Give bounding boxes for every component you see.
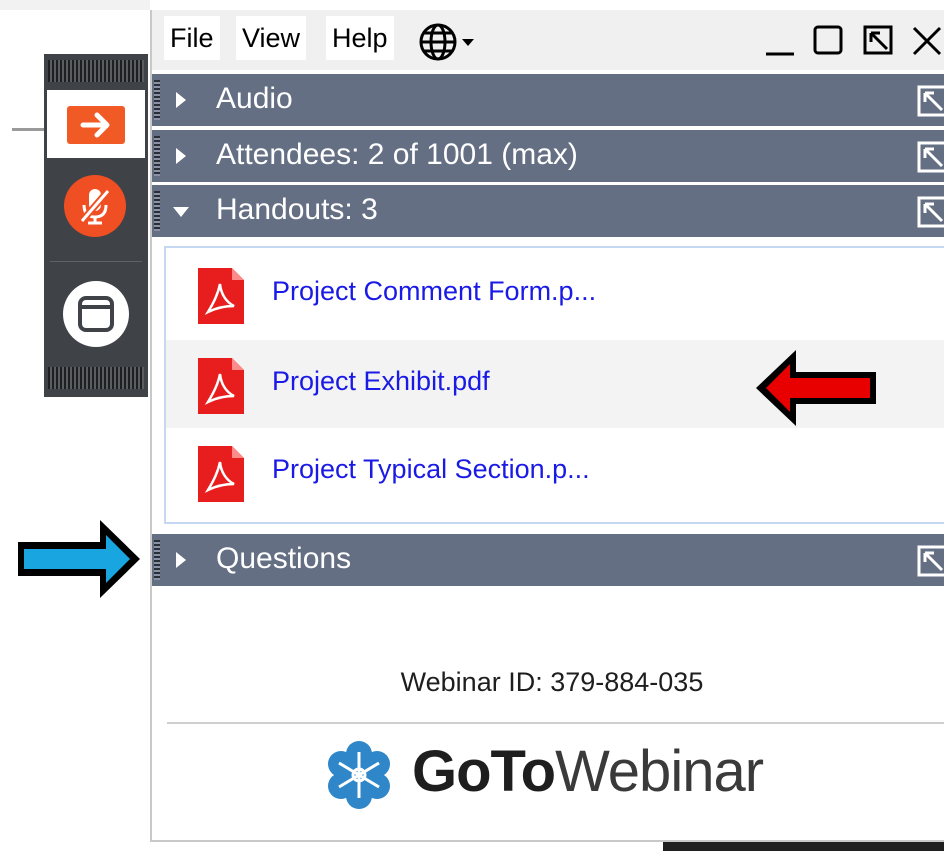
menu-file[interactable]: File (164, 16, 220, 60)
section-questions-header[interactable]: Questions (152, 534, 944, 586)
blue-annotation-arrow (18, 520, 140, 598)
gotowebinar-logo: GoToWebinar (324, 736, 784, 816)
section-title: Audio (216, 82, 293, 115)
microphone-button[interactable] (47, 169, 145, 237)
expand-triangle-icon (176, 552, 186, 568)
menu-help[interactable]: Help (326, 16, 394, 60)
handout-item[interactable]: Project Comment Form.p... (166, 250, 944, 338)
menu-bar: File View Help (152, 10, 944, 70)
dock-divider (50, 261, 142, 262)
pdf-icon (198, 358, 244, 414)
background-divider (12, 128, 46, 131)
section-audio-header[interactable]: Audio (152, 74, 944, 126)
window-icon (63, 281, 129, 347)
expand-triangle-icon (176, 148, 186, 164)
section-title: Attendees: 2 of 1001 (max) (216, 138, 578, 171)
expand-triangle-icon (176, 92, 186, 108)
webinar-id: Webinar ID: 379-884-035 (400, 667, 704, 697)
collapse-triangle-icon (173, 207, 189, 217)
logo-wordmark: GoToWebinar (412, 739, 764, 804)
divider (167, 722, 944, 724)
dock-drag-handle-bottom[interactable] (48, 367, 144, 389)
close-icon[interactable] (908, 22, 944, 58)
exit-arrow-icon (67, 106, 125, 144)
drag-handle[interactable] (154, 191, 160, 231)
section-title: Handouts: 3 (216, 193, 378, 226)
section-title: Questions (216, 542, 352, 575)
drag-handle[interactable] (154, 136, 160, 176)
drag-handle[interactable] (154, 540, 160, 580)
handout-link[interactable]: Project Typical Section.p... (272, 454, 590, 485)
drag-handle[interactable] (154, 80, 160, 120)
pdf-icon (198, 268, 244, 324)
dock-drag-handle[interactable] (48, 60, 144, 82)
background-window (0, 0, 150, 10)
maximize-icon[interactable] (810, 22, 846, 58)
flower-logo-icon (328, 741, 390, 809)
red-annotation-arrow (756, 350, 876, 426)
popout-icon[interactable] (916, 84, 944, 118)
popout-icon[interactable] (860, 22, 896, 58)
section-handouts-header[interactable]: Handouts: 3 (152, 185, 944, 237)
handout-link[interactable]: Project Comment Form.p... (272, 276, 596, 307)
handout-item[interactable]: Project Typical Section.p... (166, 428, 944, 516)
control-dock (44, 54, 148, 397)
menu-view[interactable]: View (236, 16, 307, 60)
popout-icon[interactable] (916, 544, 944, 578)
pdf-icon (198, 446, 244, 502)
handout-link[interactable]: Project Exhibit.pdf (272, 366, 490, 397)
popout-icon[interactable] (916, 140, 944, 174)
minimize-icon[interactable] (762, 22, 798, 58)
leave-button[interactable] (47, 90, 145, 158)
show-panel-button[interactable] (47, 274, 145, 347)
muted-mic-icon (64, 175, 126, 237)
taskbar-edge (663, 842, 944, 851)
globe-icon (419, 23, 474, 61)
section-attendees-header[interactable]: Attendees: 2 of 1001 (max) (152, 130, 944, 182)
popout-icon[interactable] (916, 195, 944, 229)
language-menu[interactable] (416, 20, 482, 64)
